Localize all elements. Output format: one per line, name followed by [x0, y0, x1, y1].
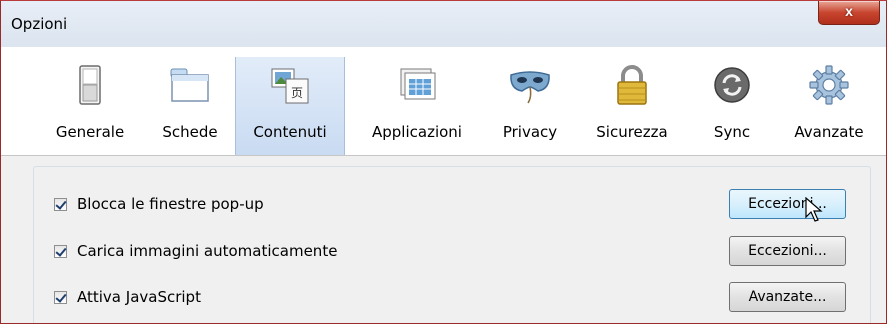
option-row-javascript[interactable]: Attiva JavaScript — [54, 286, 201, 308]
tab-privacy[interactable]: Privacy — [485, 57, 575, 155]
close-icon: x — [845, 3, 853, 19]
tabs-window-icon — [170, 68, 209, 102]
title-bar[interactable]: Opzioni x — [1, 1, 886, 47]
javascript-advanced-button[interactable]: Avanzate... — [729, 282, 846, 312]
option-row-images[interactable]: Carica immagini automaticamente — [54, 240, 337, 262]
tab-applicazioni-label: Applicazioni — [372, 123, 462, 141]
window-title: Opzioni — [11, 15, 68, 33]
tab-sync[interactable]: Sync — [695, 57, 769, 155]
tab-generale[interactable]: Generale — [45, 57, 135, 155]
gear-icon — [809, 65, 849, 105]
tab-contenuti-label: Contenuti — [253, 123, 327, 141]
tab-generale-label: Generale — [55, 123, 125, 141]
tab-privacy-label: Privacy — [502, 123, 558, 141]
tab-sicurezza-label: Sicurezza — [596, 123, 668, 141]
options-window: Opzioni x Generale Schede 页 Contenuti Ap… — [0, 0, 887, 324]
tab-contenuti[interactable]: 页 Contenuti — [235, 57, 345, 155]
tab-sicurezza[interactable]: Sicurezza — [583, 57, 681, 155]
svg-text:页: 页 — [291, 86, 303, 100]
content-media-icon: 页 — [271, 68, 309, 104]
tab-schede[interactable]: Schede — [147, 57, 233, 155]
close-button[interactable]: x — [818, 1, 880, 25]
switch-icon — [79, 65, 101, 105]
option-label-javascript: Attiva JavaScript — [77, 288, 201, 306]
tab-sync-label: Sync — [713, 123, 751, 141]
applications-window-icon — [400, 68, 436, 100]
content-panel: Blocca le finestre pop-up Eccezioni... C… — [1, 156, 886, 323]
content-options-group: Blocca le finestre pop-up Eccezioni... C… — [33, 166, 871, 323]
tab-avanzate-label: Avanzate — [794, 123, 864, 141]
popup-exceptions-button[interactable]: Eccezioni... — [729, 189, 846, 219]
tab-avanzate[interactable]: Avanzate — [779, 57, 879, 155]
preferences-toolbar: Generale Schede 页 Contenuti Applicazioni… — [1, 47, 886, 156]
images-exceptions-button[interactable]: Eccezioni... — [729, 236, 846, 266]
option-label-popups: Blocca le finestre pop-up — [77, 195, 264, 213]
checkbox-load-images[interactable] — [54, 244, 67, 258]
tab-applicazioni[interactable]: Applicazioni — [355, 57, 479, 155]
padlock-icon — [617, 65, 647, 105]
tab-schede-label: Schede — [162, 123, 218, 141]
option-label-images: Carica immagini automaticamente — [77, 242, 338, 260]
checkbox-enable-javascript[interactable] — [54, 290, 67, 304]
checkbox-block-popups[interactable] — [54, 197, 67, 211]
privacy-mask-icon — [510, 71, 550, 104]
sync-icon — [714, 67, 750, 103]
option-row-popup[interactable]: Blocca le finestre pop-up — [54, 193, 264, 215]
